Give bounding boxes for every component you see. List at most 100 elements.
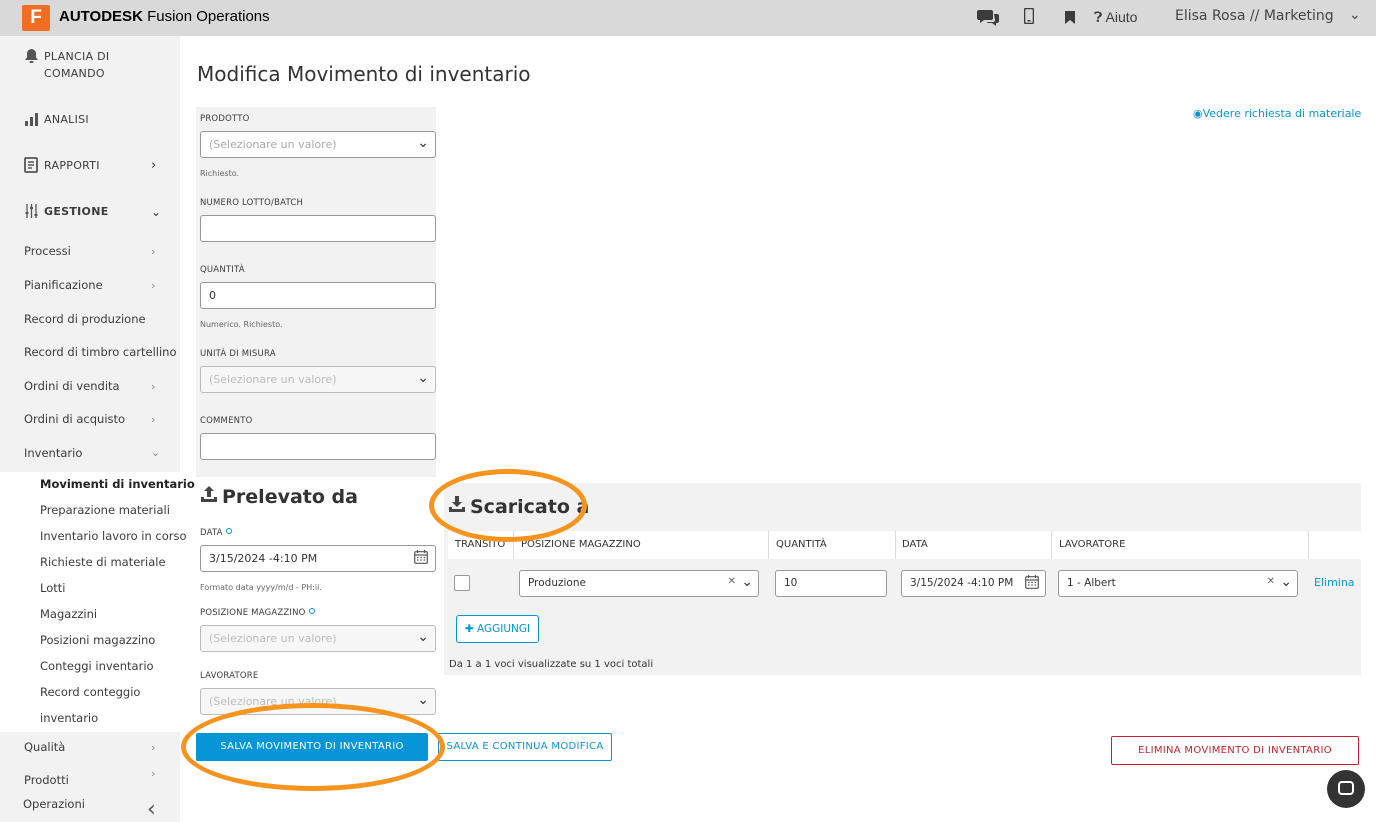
batch-input[interactable] — [200, 215, 436, 242]
source-date-label: DATA — [200, 528, 232, 538]
sidebar-item-planning[interactable]: Pianificazione — [24, 278, 103, 292]
column-date[interactable]: DATA — [902, 539, 928, 550]
calendar-icon[interactable] — [414, 550, 428, 568]
uom-placeholder: (Selezionare un valore) — [209, 373, 337, 386]
calendar-icon[interactable] — [1025, 575, 1039, 593]
help-label: Aiuto — [1105, 9, 1138, 25]
sidebar-item-timecard-records[interactable]: Record di timbro cartellino — [24, 345, 177, 359]
sidebar-item-reports[interactable]: RAPPORTI — [24, 157, 154, 174]
source-date-value: 3/15/2024 -4:10 PM — [209, 552, 318, 565]
help-link[interactable]: ❓︎ Aiuto — [1094, 9, 1137, 26]
chevron-down-icon[interactable]: ⌄ — [1280, 574, 1292, 590]
chevron-down-icon[interactable]: ⌄ — [151, 205, 161, 219]
column-quantity[interactable]: QUANTITÀ — [776, 539, 827, 550]
collapse-sidebar-icon[interactable]: ‹ — [147, 797, 156, 822]
destination-quantity-input[interactable]: 10 — [775, 570, 887, 597]
chat-launcher-button[interactable] — [1327, 770, 1365, 808]
chevron-down-icon: ⌄ — [151, 446, 161, 459]
sidebar-item-count-records[interactable]: Record conteggio — [40, 685, 140, 699]
transit-checkbox[interactable] — [454, 575, 470, 591]
plus-icon: ✚ — [464, 623, 474, 635]
delete-button[interactable]: ELIMINA MOVIMENTO DI INVENTARIO — [1111, 736, 1359, 765]
sidebar-item-analytics[interactable]: ANALISI — [24, 111, 154, 128]
product-select[interactable]: (Selezionare un valore) ⌄ — [200, 131, 436, 158]
delete-row-link[interactable]: Elimina — [1314, 576, 1355, 589]
source-location-select[interactable]: (Selezionare un valore) ⌄ — [200, 625, 436, 652]
column-location[interactable]: POSIZIONE MAGAZZINO — [521, 539, 641, 550]
column-transit[interactable]: TRANSITO — [455, 539, 505, 550]
source-date-input[interactable]: 3/15/2024 -4:10 PM — [200, 545, 436, 572]
location-label-text: POSIZIONE MAGAZZINO — [200, 608, 306, 618]
chevron-right-icon: › — [151, 380, 156, 393]
uom-select[interactable]: (Selezionare un valore) ⌄ — [200, 366, 436, 393]
sidebar-item-warehouse-locations[interactable]: Posizioni magazzino — [40, 633, 155, 647]
clear-icon[interactable]: ✕ — [728, 576, 736, 587]
sidebar-item-operations[interactable]: Operazioni — [23, 797, 85, 811]
mobile-icon[interactable] — [1023, 7, 1035, 28]
chevron-right-icon[interactable]: › — [151, 158, 156, 173]
bookmark-icon[interactable] — [1065, 10, 1075, 28]
chevron-right-icon: › — [151, 767, 156, 780]
sidebar-item-production-records[interactable]: Record di produzione — [24, 312, 146, 326]
chevron-down-icon: ⌄ — [417, 629, 429, 645]
save-continue-button[interactable]: SALVA E CONTINUA MODIFICA — [438, 733, 612, 761]
sidebar-item-count-records-cont[interactable]: inventario — [40, 711, 98, 725]
sidebar-item-inventory[interactable]: Inventario — [24, 446, 82, 460]
sidebar-item-inventory-counts[interactable]: Conteggi inventario — [40, 659, 154, 673]
sidebar-item-processes[interactable]: Processi — [24, 244, 71, 258]
product-label: PRODOTTO — [200, 114, 250, 124]
destination-title-label: Scaricato a — [470, 496, 590, 518]
sidebar-item-material-requests[interactable]: Richieste di materiale — [40, 555, 166, 569]
chat-icon[interactable] — [977, 8, 999, 30]
source-worker-label: LAVORATORE — [200, 671, 259, 681]
destination-date-input[interactable]: 3/15/2024 -4:10 PM — [901, 570, 1046, 597]
sidebar-item-warehouses[interactable]: Magazzini — [40, 607, 97, 621]
fusion-logo[interactable]: F — [22, 5, 50, 31]
quantity-input[interactable]: 0 — [200, 282, 436, 309]
sidebar-item-products[interactable]: Prodotti — [24, 773, 69, 787]
sidebar-item-lots[interactable]: Lotti — [40, 581, 65, 595]
chevron-down-icon[interactable]: ⌄ — [741, 574, 753, 590]
save-button[interactable]: SALVA MOVIMENTO DI INVENTARIO — [196, 733, 428, 761]
sidebar-item-wip-inventory[interactable]: Inventario lavoro in corso — [40, 529, 187, 543]
brand-name: AUTODESK — [59, 8, 143, 25]
column-worker[interactable]: LAVORATORE — [1059, 539, 1125, 550]
destination-location-select[interactable]: Produzione ✕ ⌄ — [519, 570, 759, 597]
source-title-label: Prelevato da — [222, 486, 358, 508]
chevron-right-icon: › — [151, 279, 156, 292]
top-bar: F AUTODESK Fusion Operations ❓︎ Aiuto El… — [0, 0, 1376, 36]
clear-icon[interactable]: ✕ — [1267, 576, 1275, 587]
source-section-title: Prelevato da — [200, 485, 358, 508]
column-divider — [513, 531, 514, 559]
sidebar-item-inventory-movements[interactable]: Movimenti di inventario — [40, 477, 195, 491]
material-request-link[interactable]: ◉Vedere richiesta di materiale — [1193, 107, 1361, 120]
chevron-down-icon: ⌄ — [417, 135, 429, 151]
sidebar-item-management[interactable]: GESTIONE — [24, 203, 154, 220]
date-label-text: DATA — [200, 528, 223, 538]
destination-date-value: 3/15/2024 -4:10 PM — [910, 577, 1014, 589]
chat-bubble-icon — [1338, 781, 1354, 795]
comment-label: COMMENTO — [200, 416, 253, 426]
column-divider — [1308, 531, 1309, 559]
chevron-down-icon[interactable]: ⌄ — [1349, 7, 1361, 23]
destination-worker-value: 1 - Albert — [1067, 577, 1116, 589]
sidebar-item-material-prep[interactable]: Preparazione materiali — [40, 503, 170, 517]
sidebar-item-sales-orders[interactable]: Ordini di vendita — [24, 379, 120, 393]
quantity-label: QUANTITÀ — [200, 265, 245, 275]
upload-icon — [200, 486, 218, 508]
source-worker-select[interactable]: (Selezionare un valore) ⌄ — [200, 688, 436, 715]
destination-worker-select[interactable]: 1 - Albert ✕ ⌄ — [1058, 570, 1298, 597]
bell-icon — [24, 48, 39, 69]
sidebar-item-purchase-orders[interactable]: Ordini di acquisto — [24, 412, 125, 426]
product-placeholder: (Selezionare un valore) — [209, 138, 337, 151]
add-row-button[interactable]: ✚ AGGIUNGI — [456, 615, 539, 643]
required-indicator-icon — [225, 528, 232, 534]
sidebar-label: RAPPORTI — [44, 159, 100, 172]
user-menu[interactable]: Elisa Rosa // Marketing — [1175, 8, 1334, 24]
sidebar-label: PLANCIA DI COMANDO — [44, 50, 110, 80]
sidebar-item-dashboard[interactable]: PLANCIA DI COMANDO — [24, 48, 154, 82]
sliders-icon — [24, 203, 39, 224]
sidebar-item-quality[interactable]: Qualità — [24, 740, 65, 754]
source-location-label: POSIZIONE MAGAZZINO — [200, 608, 315, 618]
comment-input[interactable] — [200, 433, 436, 460]
